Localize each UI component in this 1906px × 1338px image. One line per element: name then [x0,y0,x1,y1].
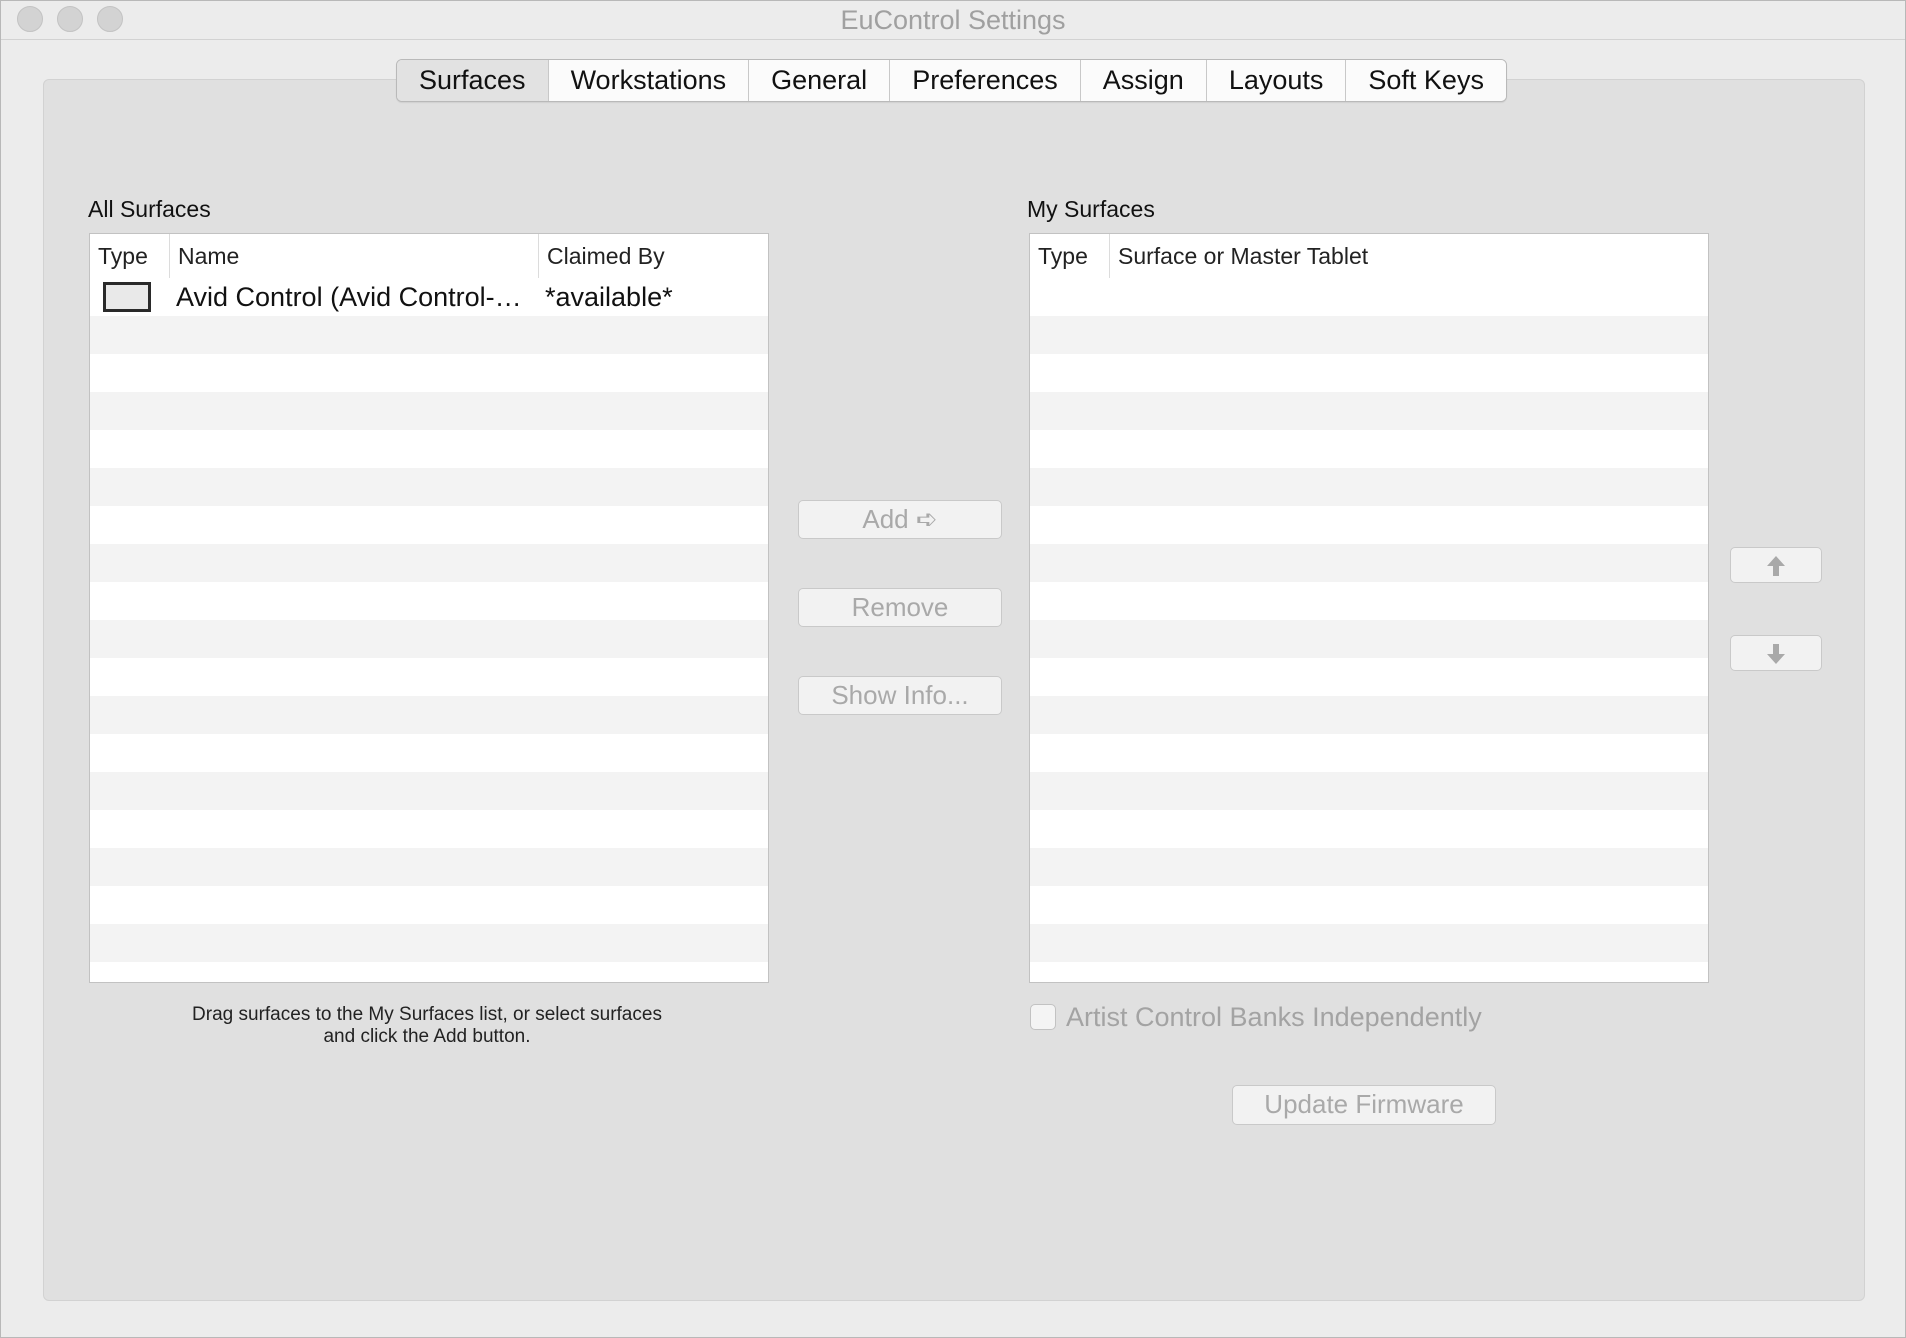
empty-row [1030,506,1708,544]
empty-row [90,582,768,620]
tab-assign[interactable]: Assign [1080,60,1207,101]
empty-row [90,772,768,810]
column-header-surface-or-master-tablet[interactable]: Surface or Master Tablet [1109,234,1708,278]
tab-bar: Surfaces Workstations General Preference… [396,59,1507,102]
column-header-name[interactable]: Name [169,234,538,278]
empty-row [90,316,768,354]
table-row[interactable]: Avid Control (Avid Control-… *available* [90,278,768,316]
drag-hint-text: Drag surfaces to the My Surfaces list, o… [89,1004,765,1048]
empty-row [90,506,768,544]
table-header: Type Surface or Master Tablet [1030,234,1708,279]
hint-line: and click the Add button. [323,1026,531,1047]
empty-row [1030,544,1708,582]
empty-row [1030,962,1708,982]
empty-row [1030,620,1708,658]
my-surfaces-rows [1030,278,1708,982]
empty-row [90,734,768,772]
title-bar: EuControl Settings [1,1,1905,40]
arrow-down-icon [1767,644,1785,664]
window-title: EuControl Settings [840,5,1066,35]
table-header: Type Name Claimed By [90,234,768,279]
artist-banks-label[interactable]: Artist Control Banks Independently [1066,1002,1482,1033]
empty-row [90,658,768,696]
all-surfaces-label: All Surfaces [88,196,211,222]
empty-row [1030,658,1708,696]
empty-row [1030,886,1708,924]
my-surfaces-label: My Surfaces [1027,196,1155,222]
claimed-by-value: *available* [545,282,673,312]
empty-row [1030,468,1708,506]
show-info-button[interactable]: Show Info... [798,676,1002,715]
empty-row [90,810,768,848]
empty-row [1030,278,1708,316]
artist-banks-checkbox[interactable] [1030,1004,1056,1030]
empty-row [90,886,768,924]
empty-row [90,544,768,582]
empty-row [90,962,768,982]
empty-row [90,430,768,468]
settings-window: EuControl Settings Surfaces Workstations… [0,0,1906,1338]
tab-surfaces[interactable]: Surfaces [397,60,549,101]
column-header-claimed-by[interactable]: Claimed By [538,234,768,278]
empty-row [90,696,768,734]
empty-row [90,620,768,658]
empty-row [1030,316,1708,354]
hint-line: Drag surfaces to the My Surfaces list, o… [192,1004,662,1025]
empty-row [1030,734,1708,772]
column-header-type[interactable]: Type [1030,234,1109,278]
empty-row [1030,696,1708,734]
surface-name: Avid Control (Avid Control-… [176,282,522,312]
empty-row [90,924,768,962]
all-surfaces-rows: Avid Control (Avid Control-… *available* [90,278,768,982]
empty-row [1030,924,1708,962]
empty-row [90,848,768,886]
move-down-button[interactable] [1730,635,1822,671]
my-surfaces-table[interactable]: Type Surface or Master Tablet [1029,233,1709,983]
empty-row [1030,772,1708,810]
arrow-up-icon [1767,556,1785,576]
tab-preferences[interactable]: Preferences [890,60,1081,101]
column-header-type[interactable]: Type [90,234,169,278]
add-button[interactable]: Add ➪ [798,500,1002,539]
empty-row [1030,848,1708,886]
move-up-button[interactable] [1730,547,1822,583]
empty-row [1030,430,1708,468]
surface-icon [103,282,151,312]
empty-row [1030,354,1708,392]
update-firmware-button[interactable]: Update Firmware [1232,1085,1496,1125]
empty-row [1030,582,1708,620]
remove-button[interactable]: Remove [798,588,1002,627]
empty-row [90,392,768,430]
tab-layouts[interactable]: Layouts [1206,60,1347,101]
tab-general[interactable]: General [749,60,891,101]
tab-soft-keys[interactable]: Soft Keys [1346,60,1506,101]
empty-row [90,468,768,506]
empty-row [1030,810,1708,848]
empty-row [90,354,768,392]
empty-row [1030,392,1708,430]
all-surfaces-table[interactable]: Type Name Claimed By Avid Control (Avid … [89,233,769,983]
tab-workstations[interactable]: Workstations [548,60,750,101]
